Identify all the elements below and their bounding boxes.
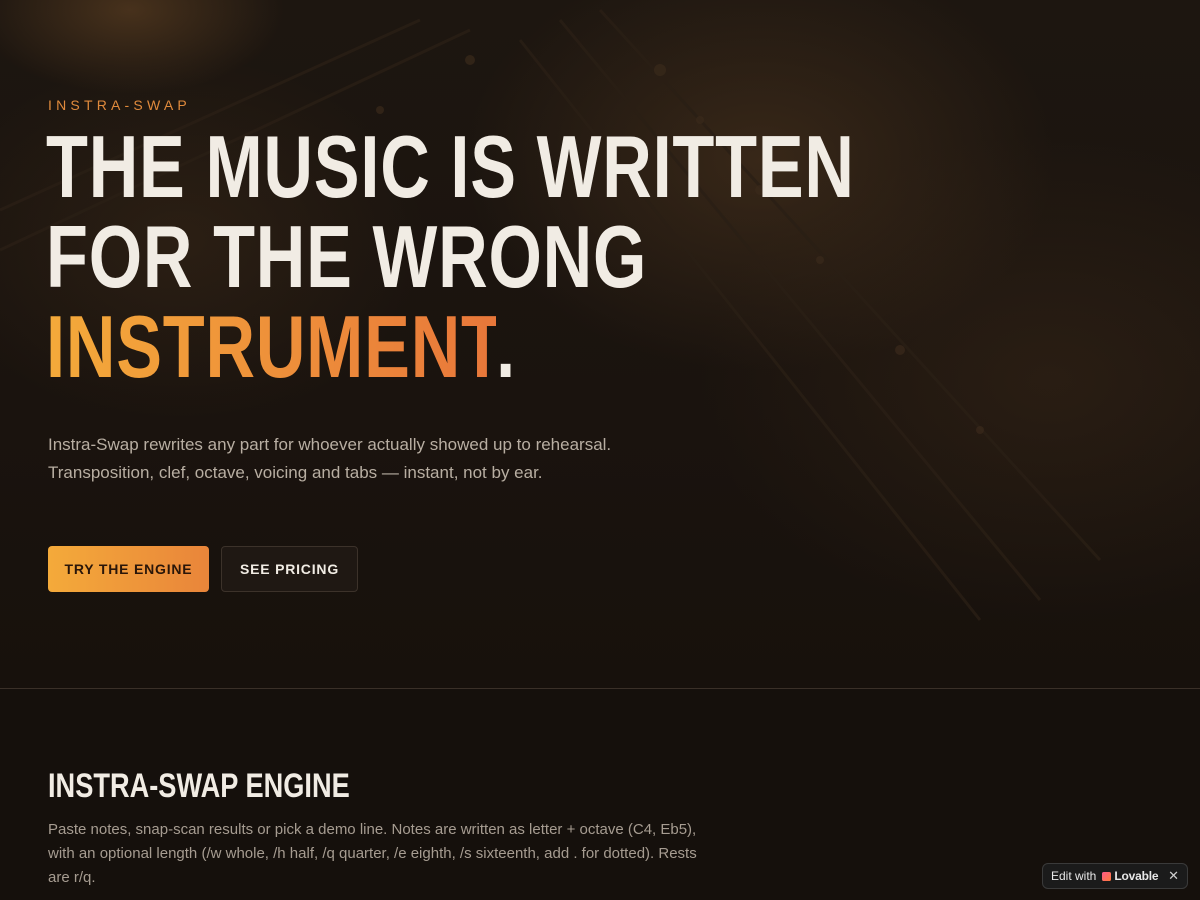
- headline-line-2: FOR THE WRONG: [46, 207, 648, 306]
- badge-brand: Lovable: [1114, 869, 1159, 883]
- headline-accent-word: INSTRUMENT: [46, 297, 497, 396]
- close-icon[interactable]: ✕: [1168, 868, 1179, 884]
- see-pricing-button[interactable]: SEE PRICING: [221, 546, 358, 592]
- heart-icon: [1102, 871, 1112, 881]
- headline-line-1: THE MUSIC IS WRITTEN: [46, 117, 855, 216]
- edit-with-lovable-badge[interactable]: Edit with Lovable ✕: [1042, 863, 1188, 889]
- eyebrow-label: INSTRA-SWAP: [48, 97, 191, 113]
- badge-prefix: Edit with: [1051, 869, 1097, 883]
- engine-section-description: Paste notes, snap-scan results or pick a…: [48, 821, 697, 886]
- section-divider: [0, 688, 1200, 689]
- hero-description: Instra-Swap rewrites any part for whoeve…: [48, 435, 612, 482]
- engine-section-title: INSTRA-SWAP ENGINE: [48, 767, 350, 805]
- hero-section: INSTRA-SWAP THE MUSIC IS WRITTEN FOR THE…: [0, 0, 1200, 688]
- headline-period: .: [496, 297, 516, 396]
- hero-headline: THE MUSIC IS WRITTEN FOR THE WRONG INSTR…: [46, 122, 855, 392]
- try-engine-button[interactable]: TRY THE ENGINE: [48, 546, 209, 592]
